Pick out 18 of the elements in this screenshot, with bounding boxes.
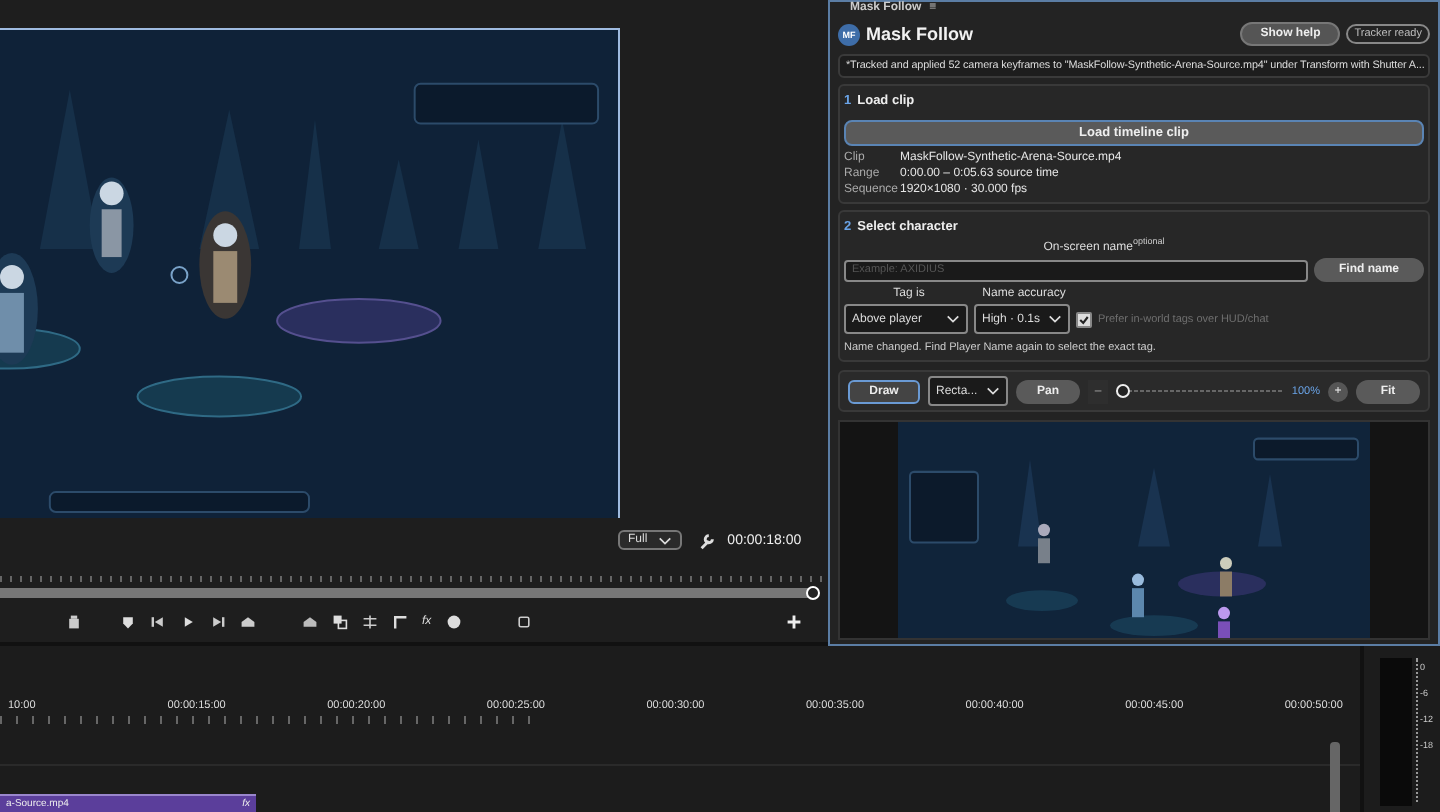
step-back-icon[interactable] bbox=[150, 614, 166, 630]
wrench-icon[interactable] bbox=[697, 531, 716, 549]
caret-icon bbox=[986, 386, 1000, 396]
marker-icon[interactable] bbox=[120, 614, 136, 630]
zoom-slider-thumb[interactable] bbox=[1116, 384, 1130, 398]
add-icon[interactable] bbox=[786, 614, 802, 630]
caret-icon bbox=[946, 314, 960, 324]
bracket-icon[interactable] bbox=[392, 614, 408, 630]
caret-icon bbox=[657, 535, 672, 545]
panel-title: Mask Follow bbox=[866, 24, 974, 44]
step-forward-icon[interactable] bbox=[210, 614, 226, 630]
caret-icon bbox=[1048, 314, 1062, 324]
scrollbar-handle[interactable] bbox=[1330, 742, 1340, 812]
play-icon[interactable] bbox=[180, 614, 196, 630]
compare-icon[interactable] bbox=[332, 614, 348, 630]
playhead-handle[interactable] bbox=[806, 586, 820, 600]
align-icon[interactable] bbox=[362, 614, 378, 630]
prefer-checkbox[interactable] bbox=[1076, 311, 1092, 327]
